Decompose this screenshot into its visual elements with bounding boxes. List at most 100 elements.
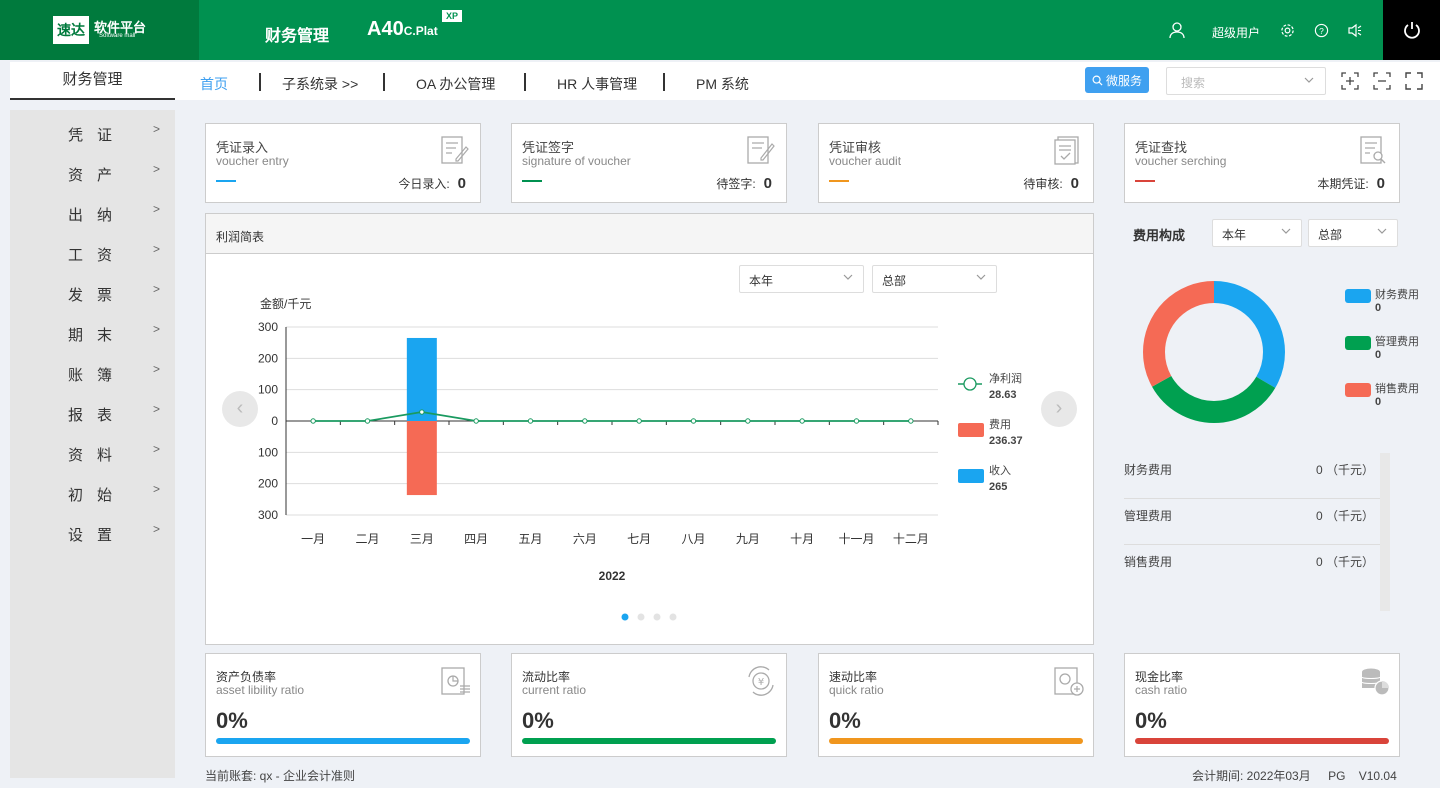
point-净利润-十一月 xyxy=(853,418,860,424)
balance-sheet-icon xyxy=(441,667,470,695)
micro-service-button[interactable]: 微服务 xyxy=(1085,67,1149,93)
point-净利润-四月 xyxy=(473,418,479,424)
card-subtitle: cash ratio xyxy=(1135,683,1188,697)
sidebar-item-reports[interactable]: 报表 > xyxy=(10,392,175,432)
quick-ratio-card[interactable]: 速动比率 quick ratio 0% xyxy=(818,653,1094,757)
point-净利润-七月 xyxy=(636,418,642,424)
power-button[interactable] xyxy=(1383,0,1440,60)
x-axis-label: 2022 xyxy=(599,569,626,583)
tab-subsystems[interactable]: 子系统录 >> xyxy=(282,74,358,94)
sidebar-item-label: 报表 xyxy=(68,407,127,424)
app-header: 速达 软件平台 Software mall 财务管理 A40C.Plat XP … xyxy=(0,0,1440,60)
add-window-icon[interactable] xyxy=(1340,71,1360,91)
count-label: 待审核: xyxy=(1023,177,1063,191)
chevron-right-icon: > xyxy=(153,282,161,296)
point-净利润-十二月 xyxy=(908,418,914,424)
card-subtitle: voucher audit xyxy=(829,154,902,168)
tab-oa[interactable]: OA 办公管理 xyxy=(416,74,495,94)
legend-label: 财务费用 xyxy=(1375,289,1419,301)
tab-pm[interactable]: PM 系统 xyxy=(696,74,749,94)
x-tick-label: 五月 xyxy=(518,532,542,546)
chevron-right-icon: > xyxy=(153,122,161,136)
legend-swatch xyxy=(1345,289,1371,303)
currency-cycle-icon: ¥ xyxy=(748,666,774,696)
point-净利润-六月 xyxy=(582,418,588,424)
y-tick-label: 300 xyxy=(258,320,278,334)
voucher-audit-card[interactable]: 凭证审核 voucher audit 待审核: 0 xyxy=(818,123,1094,203)
settings-gear-icon[interactable] xyxy=(1276,19,1298,41)
sidebar-item-assets[interactable]: 资产 > xyxy=(10,152,175,192)
current-ratio-card[interactable]: 流动比率 current ratio 0% ¥ xyxy=(511,653,787,757)
nav-separator xyxy=(524,73,526,91)
sidebar-item-settings[interactable]: 设置 > xyxy=(10,512,175,552)
legend-label: 收入 xyxy=(989,463,1011,477)
fee-dept-select[interactable]: 总部 xyxy=(1308,219,1398,247)
fullscreen-icon[interactable] xyxy=(1404,71,1424,91)
sidebar-item-ledger[interactable]: 账簿 > xyxy=(10,352,175,392)
tab-hr[interactable]: HR 人事管理 xyxy=(557,74,637,94)
y-axis-label: 金额/千元 xyxy=(260,296,311,311)
ratio-progress-bar xyxy=(216,738,470,744)
chevron-right-icon: > xyxy=(153,322,161,336)
y-tick-label: 200 xyxy=(258,477,278,491)
sidebar-item-voucher[interactable]: 凭证 > xyxy=(10,112,175,152)
point-净利润-五月 xyxy=(527,418,534,424)
list-item: 管理费用 0 （千元） xyxy=(1124,499,1380,545)
card-subtitle: asset libility ratio xyxy=(216,683,305,697)
user-icon[interactable] xyxy=(1166,19,1188,41)
user-name[interactable]: 超级用户 xyxy=(1212,24,1260,41)
x-tick-label: 七月 xyxy=(627,532,651,546)
card-count: 本期凭证: 0 xyxy=(1317,175,1385,192)
card-accent-bar xyxy=(216,180,236,182)
asset-liability-ratio-card[interactable]: 资产负债率 asset libility ratio 0% xyxy=(205,653,481,757)
sidebar-item-invoice[interactable]: 发票 > xyxy=(10,272,175,312)
help-icon[interactable]: ? xyxy=(1310,19,1332,41)
sidebar-item-init[interactable]: 初始 > xyxy=(10,472,175,512)
sidebar-item-period-end[interactable]: 期末 > xyxy=(10,312,175,352)
chevron-right-icon: > xyxy=(153,482,161,496)
sidebar-item-cashier[interactable]: 出纳 > xyxy=(10,192,175,232)
footer-status: 会计期间: 2022年03月 PG V10.04 xyxy=(1192,767,1397,784)
y-tick-label: 300 xyxy=(258,508,278,522)
ratio-progress-bar xyxy=(829,738,1083,744)
fee-value: 0 （千元） xyxy=(1315,555,1374,569)
x-tick-label: 四月 xyxy=(464,532,488,546)
speaker-icon[interactable] xyxy=(1344,19,1366,41)
point-净利润-九月 xyxy=(745,418,751,424)
sidebar-item-data[interactable]: 资料 > xyxy=(10,432,175,472)
module-title: 财务管理 xyxy=(265,28,330,45)
fee-value: 0 （千元） xyxy=(1315,463,1374,477)
document-edit-icon xyxy=(441,136,469,164)
cash-ratio-card[interactable]: 现金比率 cash ratio 0% xyxy=(1124,653,1400,757)
x-tick-label: 八月 xyxy=(681,532,705,546)
voucher-signature-card[interactable]: 凭证签字 signature of voucher 待签字: 0 xyxy=(511,123,787,203)
voucher-entry-card[interactable]: 凭证录入 voucher entry 今日录入: 0 xyxy=(205,123,481,203)
sidebar-item-label: 设置 xyxy=(68,527,127,544)
sidebar-item-salary[interactable]: 工资 > xyxy=(10,232,175,272)
card-count: 待审核: 0 xyxy=(1023,175,1079,192)
card-count: 待签字: 0 xyxy=(716,175,772,192)
point-净利润-八月 xyxy=(690,418,697,424)
chevron-right-icon: > xyxy=(153,202,161,216)
list-item: 销售费用 0 （千元） xyxy=(1124,545,1380,591)
sidebar-item-label: 出纳 xyxy=(68,207,127,224)
footer-pg: PG xyxy=(1328,769,1346,783)
ratio-value: 0% xyxy=(522,708,554,733)
voucher-search-card[interactable]: 凭证查找 voucher serching 本期凭证: 0 xyxy=(1124,123,1400,203)
chevron-right-icon: > xyxy=(153,442,161,456)
search-input[interactable]: 搜索 xyxy=(1166,67,1326,95)
count-value: 0 xyxy=(1376,175,1385,192)
fee-list-scrollbar[interactable] xyxy=(1380,453,1390,611)
tab-home[interactable]: 首页 xyxy=(200,74,228,94)
fee-name: 财务费用 xyxy=(1124,463,1173,477)
chevron-down-icon xyxy=(1303,74,1315,89)
legend-value: 265 xyxy=(989,481,1007,493)
ratio-value: 0% xyxy=(216,708,248,733)
nav-separator xyxy=(259,73,261,91)
chevron-right-icon: > xyxy=(153,402,161,416)
shrink-icon[interactable] xyxy=(1372,71,1392,91)
micro-service-label: 微服务 xyxy=(1105,73,1142,88)
fee-period-select[interactable]: 本年 xyxy=(1212,219,1302,247)
nav-separator xyxy=(383,73,385,91)
count-value: 0 xyxy=(1070,175,1079,192)
